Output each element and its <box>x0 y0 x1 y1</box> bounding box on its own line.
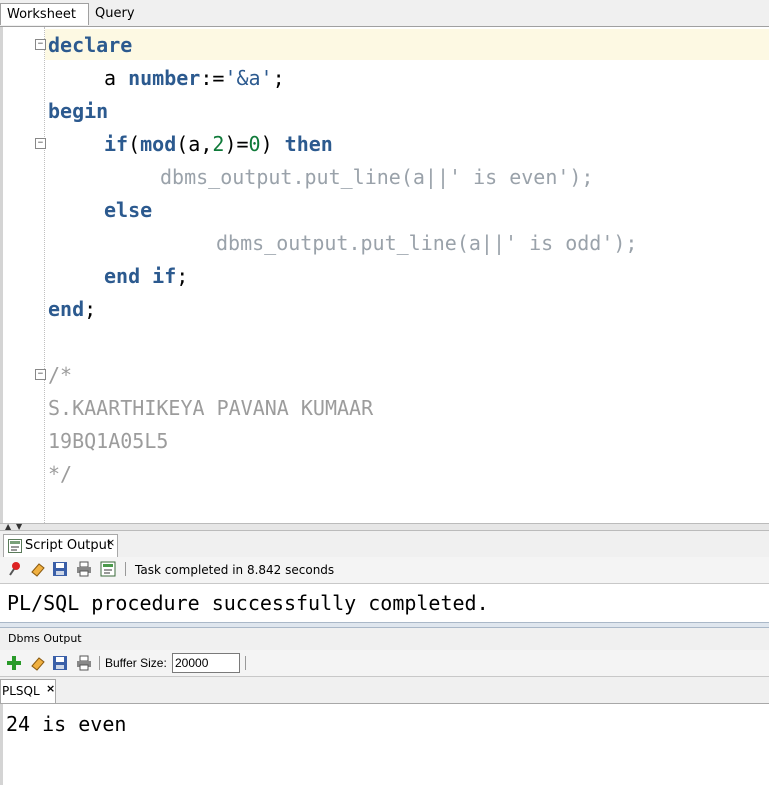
buffer-size-input[interactable] <box>172 653 240 673</box>
print-icon[interactable] <box>76 655 92 671</box>
statement: dbms_output.put_line(a||' is even'); <box>160 165 594 189</box>
script-output-icon <box>8 539 22 553</box>
punctuation: ; <box>176 264 189 288</box>
fold-toggle-icon[interactable]: − <box>35 369 46 380</box>
identifier: a <box>104 66 129 90</box>
dbms-connection-tab-bar <box>0 677 769 704</box>
keyword: then <box>284 132 333 156</box>
code-line-8: end if; <box>104 260 188 293</box>
comment-line: 19BQ1A05L5 <box>48 429 169 453</box>
current-line-highlight <box>45 29 769 60</box>
function-name: mod <box>140 132 177 156</box>
punctuation: (a, <box>176 132 213 156</box>
operator: := <box>200 66 225 90</box>
tab-plsql[interactable]: PLSQL × <box>0 679 56 703</box>
collapse-up-icon[interactable]: ▲ <box>5 523 11 531</box>
code-line-4: if(mod(a,2)=0) then <box>104 128 333 161</box>
code-line-3: begin <box>48 95 108 128</box>
comment-line: */ <box>48 462 73 486</box>
keyword: declare <box>48 33 133 57</box>
number-literal: 0 <box>248 132 261 156</box>
save-icon[interactable] <box>52 655 68 671</box>
dbms-output-text: 24 is even <box>6 712 127 736</box>
punctuation: ( <box>128 132 141 156</box>
editor-gutter <box>3 27 44 523</box>
tab-query-builder[interactable]: Query Builder <box>89 3 189 43</box>
toolbar-divider <box>99 656 100 670</box>
code-line-6: else <box>104 194 152 227</box>
dbms-output-area[interactable]: 24 is even <box>0 704 769 785</box>
run-script-icon[interactable] <box>100 561 116 577</box>
script-output-text: PL/SQL procedure successfully completed. <box>7 591 489 615</box>
punctuation: ; <box>272 66 285 90</box>
tab-label: Script Output <box>25 538 112 553</box>
code-line-5: dbms_output.put_line(a||' is even'); <box>160 161 593 194</box>
punctuation: ; <box>84 297 97 321</box>
keyword: begin <box>48 99 109 123</box>
tab-label: PLSQL <box>2 684 40 698</box>
task-status: Task completed in 8.842 seconds <box>135 563 335 577</box>
eraser-icon[interactable] <box>30 655 46 671</box>
number-literal: 2 <box>212 132 225 156</box>
tab-worksheet[interactable]: Worksheet <box>0 3 89 25</box>
pin-icon[interactable] <box>8 561 24 577</box>
buffer-size-label: Buffer Size: <box>105 656 167 670</box>
dbms-output-title: Dbms Output <box>8 632 82 645</box>
script-output-area[interactable]: PL/SQL procedure successfully completed. <box>0 584 769 622</box>
tab-script-output[interactable]: Script Output × <box>3 534 118 557</box>
dbms-output-header: Dbms Output <box>0 628 769 650</box>
comment-line: /* <box>48 363 73 387</box>
code-line-9: end; <box>48 293 96 326</box>
type-keyword: number <box>128 66 201 90</box>
punctuation: ) <box>260 132 285 156</box>
save-icon[interactable] <box>52 561 68 577</box>
keyword: else <box>104 198 153 222</box>
keyword: end <box>48 297 85 321</box>
fold-toggle-icon[interactable]: − <box>35 138 46 149</box>
gutter-divider <box>44 27 45 523</box>
code-line-2: a number:='&a'; <box>104 62 285 95</box>
keyword: if <box>104 132 129 156</box>
collapse-down-icon[interactable]: ▼ <box>16 523 22 531</box>
code-line-1: declare <box>48 29 132 62</box>
close-icon[interactable]: × <box>106 532 115 554</box>
toolbar-divider <box>125 562 126 576</box>
string-literal: '&a' <box>224 66 273 90</box>
keyword: end if <box>104 264 177 288</box>
eraser-icon[interactable] <box>30 561 46 577</box>
panel-splitter[interactable] <box>0 523 769 531</box>
print-icon[interactable] <box>76 561 92 577</box>
comment-line: S.KAARTHIKEYA PAVANA KUMAAR <box>48 396 374 420</box>
add-icon[interactable] <box>6 655 22 671</box>
fold-toggle-icon[interactable]: − <box>35 39 46 50</box>
close-icon[interactable]: × <box>46 678 55 700</box>
code-line-7: dbms_output.put_line(a||' is odd'); <box>216 227 637 260</box>
statement: dbms_output.put_line(a||' is odd'); <box>216 231 638 255</box>
punctuation: )= <box>224 132 249 156</box>
toolbar-divider <box>245 656 246 670</box>
